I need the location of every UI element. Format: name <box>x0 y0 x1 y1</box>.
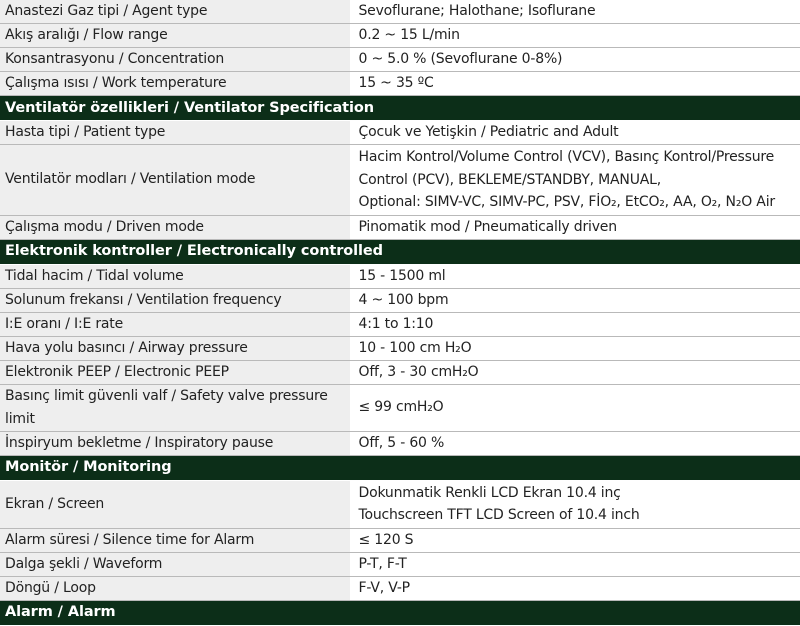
spec-row: Alarm süresi / Silence time for Alarm≤ 1… <box>0 528 800 552</box>
spec-label: Döngü / Loop <box>0 576 350 600</box>
spec-value: Pinomatik mod / Pneumatically driven <box>350 215 800 239</box>
spec-value: Dokunmatik Renkli LCD Ekran 10.4 inçTouc… <box>350 480 800 528</box>
spec-value: Sevoflurane; Halothane; Isoflurane <box>350 0 800 24</box>
section-header: Ventilatör özellikleri / Ventilator Spec… <box>0 96 800 121</box>
spec-value: Off, 3 - 30 cmH₂O <box>350 360 800 384</box>
spec-table-body: Anastezi Gaz tipi / Agent typeSevofluran… <box>0 0 800 625</box>
spec-value: 10 - 100 cm H₂O <box>350 336 800 360</box>
spec-row: Ventilatör modları / Ventilation mode Hac… <box>0 145 800 216</box>
spec-label: I:E oranı / I:E rate <box>0 312 350 336</box>
spec-value-line: Control (PCV), BEKLEME/STANDBY, MANUAL, <box>359 169 800 192</box>
spec-value-line: Dokunmatik Renkli LCD Ekran 10.4 inç <box>359 482 800 505</box>
spec-label: Konsantrasyonu / Concentration <box>0 48 350 72</box>
spec-row: Solunum frekansı / Ventilation frequency… <box>0 288 800 312</box>
spec-value: F-V, V-P <box>350 576 800 600</box>
spec-value: 0 ~ 5.0 % (Sevoflurane 0-8%) <box>350 48 800 72</box>
spec-label: Ventilatör modları / Ventilation mode <box>0 145 350 216</box>
spec-row: Hava yolu basıncı / Airway pressure10 - … <box>0 336 800 360</box>
spec-value: P-T, F-T <box>350 552 800 576</box>
spec-value: 0.2 ~ 15 L/min <box>350 24 800 48</box>
spec-row: Akış aralığı / Flow range0.2 ~ 15 L/min <box>0 24 800 48</box>
spec-label: Ekran / Screen <box>0 480 350 528</box>
spec-value: 4:1 to 1:10 <box>350 312 800 336</box>
spec-value-line: Touchscreen TFT LCD Screen of 10.4 inch <box>359 504 800 527</box>
spec-value: Çocuk ve Yetişkin / Pediatric and Adult <box>350 121 800 145</box>
spec-label: Çalışma ısısı / Work temperature <box>0 72 350 96</box>
spec-row: Basınç limit güvenli valf / Safety valve… <box>0 384 800 431</box>
spec-label: Anastezi Gaz tipi / Agent type <box>0 0 350 24</box>
spec-value-line: Optional: SIMV-VC, SIMV-PC, PSV, FİO₂, E… <box>359 191 800 214</box>
section-header-row: Monitör / Monitoring <box>0 455 800 480</box>
spec-table: Anastezi Gaz tipi / Agent typeSevofluran… <box>0 0 800 626</box>
spec-row: Çalışma ısısı / Work temperature15 ~ 35 … <box>0 72 800 96</box>
spec-row: I:E oranı / I:E rate4:1 to 1:10 <box>0 312 800 336</box>
spec-row: Anastezi Gaz tipi / Agent typeSevofluran… <box>0 0 800 24</box>
spec-label: Hasta tipi / Patient type <box>0 121 350 145</box>
section-header-row: Ventilatör özellikleri / Ventilator Spec… <box>0 96 800 121</box>
spec-label: Akış aralığı / Flow range <box>0 24 350 48</box>
spec-value: Hacim Kontrol/Volume Control (VCV), Bası… <box>350 145 800 216</box>
spec-row: Ekran / ScreenDokunmatik Renkli LCD Ekra… <box>0 480 800 528</box>
spec-value: 15 - 1500 ml <box>350 264 800 288</box>
section-header-row: Alarm / Alarm <box>0 600 800 625</box>
spec-row: Döngü / LoopF-V, V-P <box>0 576 800 600</box>
section-header-row: Elektronik kontroller / Electronically c… <box>0 239 800 264</box>
section-header: Elektronik kontroller / Electronically c… <box>0 239 800 264</box>
spec-row: Konsantrasyonu / Concentration0 ~ 5.0 % … <box>0 48 800 72</box>
spec-value: 15 ~ 35 ºC <box>350 72 800 96</box>
spec-label: Basınç limit güvenli valf / Safety valve… <box>0 384 350 431</box>
spec-value-line: Hacim Kontrol/Volume Control (VCV), Bası… <box>359 146 800 169</box>
spec-row: Hasta tipi / Patient typeÇocuk ve Yetişk… <box>0 121 800 145</box>
spec-value: ≤ 120 S <box>350 528 800 552</box>
spec-value: Off, 5 - 60 % <box>350 431 800 455</box>
spec-label: Alarm süresi / Silence time for Alarm <box>0 528 350 552</box>
spec-label: İnspiryum bekletme / Inspiratory pause <box>0 431 350 455</box>
spec-row: Çalışma modu / Driven modePinomatik mod … <box>0 215 800 239</box>
spec-label: Çalışma modu / Driven mode <box>0 215 350 239</box>
spec-row: İnspiryum bekletme / Inspiratory pauseOf… <box>0 431 800 455</box>
spec-value: 4 ~ 100 bpm <box>350 288 800 312</box>
spec-label: Elektronik PEEP / Electronic PEEP <box>0 360 350 384</box>
spec-label: Dalga şekli / Waveform <box>0 552 350 576</box>
spec-row: Elektronik PEEP / Electronic PEEPOff, 3 … <box>0 360 800 384</box>
section-header: Alarm / Alarm <box>0 600 800 625</box>
spec-row: Dalga şekli / WaveformP-T, F-T <box>0 552 800 576</box>
spec-label: Tidal hacim / Tidal volume <box>0 264 350 288</box>
spec-value: ≤ 99 cmH₂O <box>350 384 800 431</box>
section-header: Monitör / Monitoring <box>0 455 800 480</box>
spec-label: Solunum frekansı / Ventilation frequency <box>0 288 350 312</box>
spec-row: Tidal hacim / Tidal volume15 - 1500 ml <box>0 264 800 288</box>
spec-label: Hava yolu basıncı / Airway pressure <box>0 336 350 360</box>
